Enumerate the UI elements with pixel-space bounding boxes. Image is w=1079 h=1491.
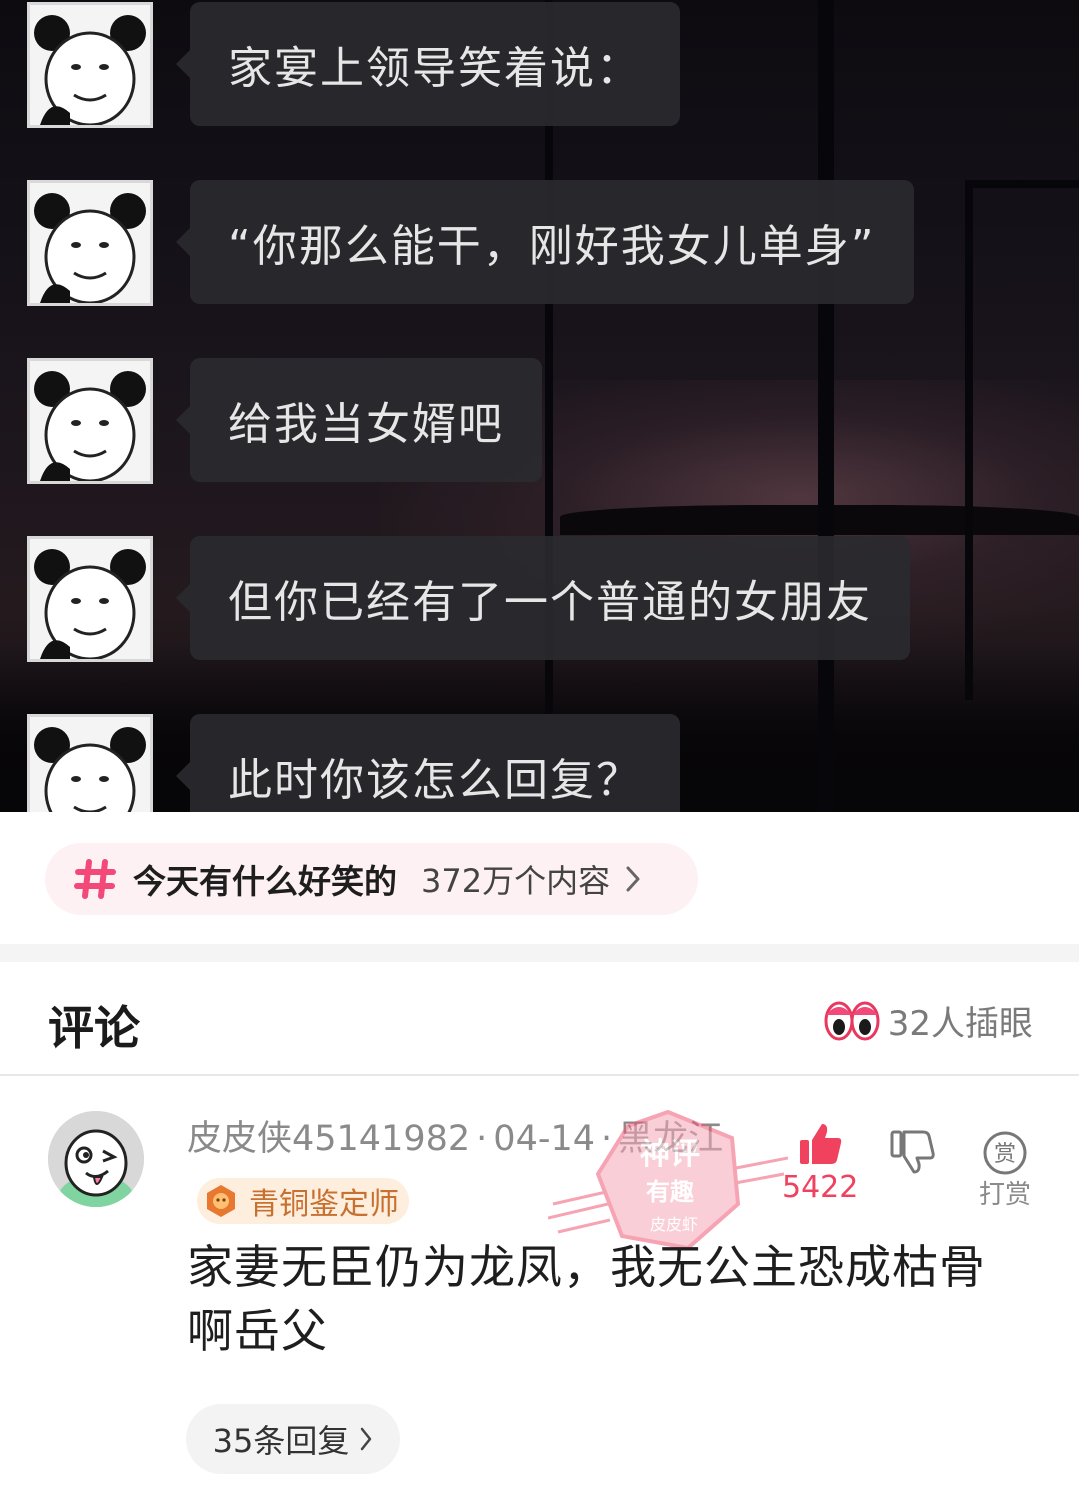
topic-chip[interactable]: 今天有什么好笑的 372万个内容 xyxy=(45,843,698,915)
hashtag-icon xyxy=(74,859,116,899)
chat-message: “你那么能干，刚好我女儿单身” xyxy=(0,180,1079,306)
like-button[interactable]: 5422 xyxy=(782,1120,858,1205)
comment-text[interactable]: 家妻无臣仍为龙凤，我无公主恐成枯骨啊岳父 xyxy=(187,1235,1017,1363)
message-bubble: 给我当女婿吧 xyxy=(176,358,542,482)
thumbs-up-icon xyxy=(800,1124,842,1164)
chat-message: 但你已经有了一个普通的女朋友 xyxy=(0,536,1079,662)
separator-dot: · xyxy=(476,1119,488,1159)
bronze-medal-icon xyxy=(207,1185,235,1217)
user-avatar[interactable] xyxy=(48,1111,144,1207)
peek-text: 32人插眼 xyxy=(887,1004,1033,1044)
svg-text:有趣: 有趣 xyxy=(646,1178,695,1206)
replies-button[interactable]: 35条回复 xyxy=(186,1404,400,1474)
username[interactable]: 皮皮侠45141982 xyxy=(187,1119,470,1159)
panda-avatar xyxy=(27,358,153,484)
tip-label: 打赏 xyxy=(978,1180,1031,1210)
badge-label: 青铜鉴定师 xyxy=(249,1187,399,1222)
topic-name: 今天有什么好笑的 xyxy=(133,862,397,901)
svg-text:赏: 赏 xyxy=(994,1142,1016,1167)
thumbs-down-icon[interactable] xyxy=(888,1128,936,1176)
svg-text:皮皮虾: 皮皮虾 xyxy=(650,1215,698,1234)
panda-avatar xyxy=(27,180,153,306)
svg-text:神评: 神评 xyxy=(640,1137,700,1172)
message-bubble: 家宴上领导笑着说： xyxy=(176,2,680,126)
chevron-right-icon xyxy=(361,1427,372,1451)
user-badge[interactable]: 青铜鉴定师 xyxy=(197,1178,409,1224)
meme-image[interactable]: 家宴上领导笑着说： “你那么能干，刚好我女儿单身” 给我当女婿吧 但你已经有了一… xyxy=(0,0,1079,812)
message-bubble: 此时你该怎么回复？ xyxy=(176,714,680,812)
message-bubble: “你那么能干，刚好我女儿单身” xyxy=(176,180,914,304)
peek-counter[interactable]: 32人插眼 xyxy=(824,996,1033,1045)
topic-count: 372万个内容 xyxy=(421,862,611,900)
chat-message: 家宴上领导笑着说： xyxy=(0,2,1079,128)
chat-message: 给我当女婿吧 xyxy=(0,358,1079,484)
comments-title: 评论 xyxy=(48,1001,140,1055)
chat-message: 此时你该怎么回复？ xyxy=(0,714,1079,812)
panda-avatar xyxy=(27,2,153,128)
like-count: 5422 xyxy=(782,1170,859,1205)
panda-avatar xyxy=(27,714,153,812)
eyes-icon xyxy=(824,1001,880,1040)
header-divider xyxy=(0,1074,1079,1076)
replies-label: 35条回复 xyxy=(212,1422,350,1460)
message-bubble: 但你已经有了一个普通的女朋友 xyxy=(176,536,910,660)
chevron-right-icon xyxy=(626,866,640,892)
section-divider xyxy=(0,944,1079,962)
reward-icon: 赏 xyxy=(983,1131,1027,1175)
tip-button[interactable]: 赏 打赏 xyxy=(975,1130,1035,1211)
panda-avatar xyxy=(27,536,153,662)
